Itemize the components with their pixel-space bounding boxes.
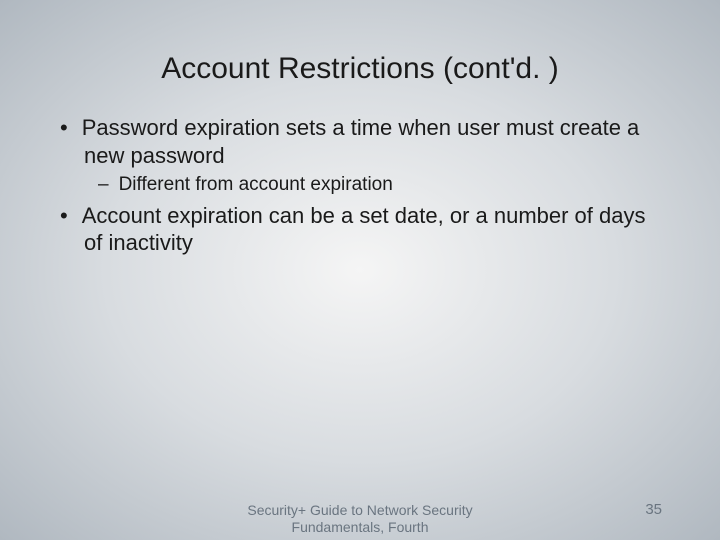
slide-footer: Security+ Guide to Network Security Fund… — [0, 502, 720, 540]
slide-title: Account Restrictions (cont'd. ) — [0, 0, 720, 114]
bullet-level1: Password expiration sets a time when use… — [60, 114, 660, 169]
bullet-level1: Account expiration can be a set date, or… — [60, 202, 660, 257]
footer-text: Security+ Guide to Network Security Fund… — [230, 502, 490, 536]
bullet-level2: Different from account expiration — [98, 173, 660, 198]
page-number: 35 — [645, 501, 662, 518]
slide-content: Password expiration sets a time when use… — [0, 114, 720, 257]
slide: Account Restrictions (cont'd. ) Password… — [0, 0, 720, 540]
